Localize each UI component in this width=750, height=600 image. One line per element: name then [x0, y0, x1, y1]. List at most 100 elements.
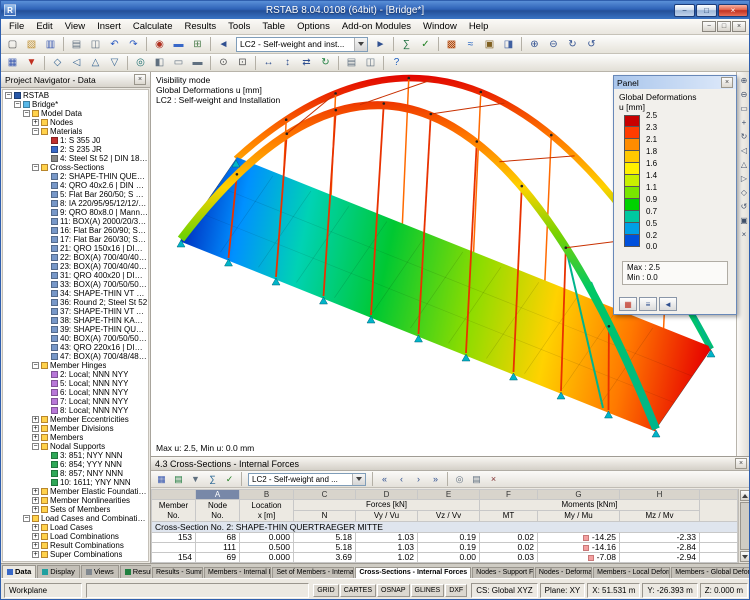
tree-item[interactable]: 22: BOX(A) 700/40/40/580/129... — [3, 253, 148, 262]
table-close-icon[interactable]: × — [735, 458, 747, 469]
expand-icon[interactable]: + — [32, 551, 39, 558]
front-view-icon[interactable]: ◁ — [738, 144, 750, 157]
sum-icon[interactable]: ∑ — [205, 472, 221, 486]
column-letter[interactable]: C — [294, 490, 356, 500]
tree-item[interactable]: 9: QRO 80x8.0 | Mannesmann... — [3, 208, 148, 217]
next-loadcase-icon[interactable]: ► — [372, 36, 390, 52]
visibility-mode-icon[interactable]: ◎ — [132, 55, 150, 71]
column-header[interactable]: MemberNo. — [152, 500, 196, 522]
tree-item[interactable]: 7: Local; NNN NYY — [3, 397, 148, 406]
mdi-close-button[interactable]: × — [732, 21, 746, 32]
new-node-icon[interactable]: ◉ — [151, 36, 169, 52]
last-row-icon[interactable]: » — [428, 472, 444, 486]
tree-item[interactable]: 37: SHAPE-THIN VT AUSLAGE... — [3, 307, 148, 316]
save-icon[interactable]: ▥ — [42, 36, 60, 52]
results-tab[interactable]: Set of Members - Internal Forces — [272, 567, 354, 578]
open-file-icon[interactable]: ▧ — [23, 36, 41, 52]
show-deformation-icon[interactable]: ≈ — [462, 36, 480, 52]
expand-icon[interactable]: + — [32, 488, 39, 495]
tree-item[interactable]: 5: Local; NNN NYY — [3, 379, 148, 388]
help-icon[interactable]: ? — [388, 55, 406, 71]
undo-icon[interactable]: ↶ — [106, 36, 124, 52]
redo-icon[interactable]: ↷ — [125, 36, 143, 52]
tree-item[interactable]: 8: Local; NNN NYY — [3, 406, 148, 415]
view-y-icon[interactable]: △ — [87, 55, 105, 71]
tree-item[interactable]: −Member Hinges — [3, 361, 148, 370]
menu-item-file[interactable]: File — [3, 19, 30, 34]
column-header[interactable]: MT — [480, 511, 538, 522]
tree-item[interactable]: 47: BOX(A) 700/48/48/564/129... — [3, 352, 148, 361]
render-wireframe-icon[interactable]: ▭ — [170, 55, 188, 71]
collapse-icon[interactable]: − — [23, 515, 30, 522]
menu-item-table[interactable]: Table — [256, 19, 291, 34]
tree-item[interactable]: 8: IA 220/95/95/12/12/16/9/12/9... — [3, 199, 148, 208]
expand-icon[interactable]: + — [32, 119, 39, 126]
tree-item[interactable]: +Member Elastic Foundations — [3, 487, 148, 496]
ok-icon[interactable]: ✓ — [222, 472, 238, 486]
find-icon[interactable]: ◎ — [452, 472, 468, 486]
expand-icon[interactable]: + — [32, 506, 39, 513]
tree-item[interactable]: 16: Flat Bar 260/90; S 355 J0 — [3, 226, 148, 235]
mdi-minimize-button[interactable]: − — [702, 21, 716, 32]
clipping-plane-icon[interactable]: ◧ — [151, 55, 169, 71]
isometric-view-icon[interactable]: ◇ — [49, 55, 67, 71]
navigator-close-icon[interactable]: × — [134, 74, 146, 85]
collapse-icon[interactable]: − — [14, 101, 21, 108]
menu-item-add-on-modules[interactable]: Add-on Modules — [336, 19, 417, 34]
zoom-all-icon[interactable]: ▭ — [738, 102, 750, 115]
menu-item-insert[interactable]: Insert — [91, 19, 127, 34]
snap-grid-icon[interactable]: ⊞ — [189, 36, 207, 52]
model-data-icon[interactable]: ▦ — [4, 55, 22, 71]
pan-icon[interactable]: + — [738, 116, 750, 129]
expand-icon[interactable]: + — [32, 497, 39, 504]
tree-item[interactable]: −Load Cases and Combinations — [3, 514, 148, 523]
tree-item[interactable]: +Member Nonlinearities — [3, 496, 148, 505]
panel-titlebar[interactable]: Panel × — [614, 76, 736, 89]
tree-item[interactable]: 21: QRO 150x16 | DIN 59410:19... — [3, 244, 148, 253]
tree-item[interactable]: −Nodal Supports — [3, 442, 148, 451]
side-view-icon[interactable]: ▷ — [738, 172, 750, 185]
close-view-icon[interactable]: × — [738, 228, 750, 241]
zoom-in-icon[interactable]: ⊕ — [526, 36, 544, 52]
tree-item[interactable]: +Member Eccentricities — [3, 415, 148, 424]
scroll-up-icon[interactable] — [740, 490, 750, 501]
prev-row-icon[interactable]: ‹ — [394, 472, 410, 486]
column-letter[interactable]: H — [620, 490, 700, 500]
previous-view-icon[interactable]: ↺ — [583, 36, 601, 52]
print-table-icon[interactable]: ▤ — [469, 472, 485, 486]
new-member-icon[interactable]: ▬ — [170, 36, 188, 52]
tree-item[interactable]: 4: Steel St 52 | DIN 18800:1990... — [3, 154, 148, 163]
zoom-in-icon[interactable]: ⊕ — [738, 74, 750, 87]
next-row-icon[interactable]: › — [411, 472, 427, 486]
refresh-icon[interactable]: ↻ — [317, 55, 335, 71]
navigator-tab-display[interactable]: Display — [37, 565, 80, 578]
collapse-icon[interactable]: − — [5, 92, 12, 99]
column-header[interactable]: Vy / Vu — [356, 511, 418, 522]
load-data-icon[interactable]: ▼ — [23, 55, 41, 71]
table-row[interactable]: 1110.5005.181.030.190.02-14.16-2.84 — [152, 543, 738, 553]
minimize-button[interactable]: − — [674, 4, 695, 17]
expand-icon[interactable]: + — [32, 524, 39, 531]
column-letter[interactable]: D — [356, 490, 418, 500]
tables-icon[interactable]: ▤ — [343, 55, 361, 71]
view-x-icon[interactable]: ◁ — [68, 55, 86, 71]
column-header[interactable]: Locationx [m] — [240, 500, 294, 522]
column-letter[interactable]: A — [196, 490, 240, 500]
column-letter[interactable]: B — [240, 490, 294, 500]
title-bar[interactable]: R RSTAB 8.04.0108 (64bit) - [Bridge*] − … — [1, 1, 750, 19]
tree-item[interactable]: 11: BOX(A) 2000/20/30/1540/2... — [3, 217, 148, 226]
tree-item[interactable]: 31: QRO 400x20 | DIN 59410:19... — [3, 271, 148, 280]
status-toggle-dxf[interactable]: DXF — [445, 584, 467, 597]
tree-item[interactable]: 5: Flat Bar 260/50; S 355 J0 — [3, 190, 148, 199]
tree-item[interactable]: 23: BOX(A) 700/40/40/580/129... — [3, 262, 148, 271]
results-tab[interactable]: Members - Local Deformations — [593, 567, 670, 578]
tree-item[interactable]: 3: 851; NYY NNN — [3, 451, 148, 460]
panel-close-icon[interactable]: × — [721, 77, 733, 88]
column-letter[interactable]: F — [480, 490, 538, 500]
status-toggle-glines[interactable]: GLINES — [411, 584, 445, 597]
print-icon[interactable]: ▤ — [68, 36, 86, 52]
iso-view-icon[interactable]: ◇ — [738, 186, 750, 199]
navigator-tab-views[interactable]: Views — [81, 565, 119, 578]
tree-item[interactable]: −Bridge* — [3, 100, 148, 109]
tree-item[interactable]: 33: BOX(A) 700/50/50/560/129... — [3, 280, 148, 289]
